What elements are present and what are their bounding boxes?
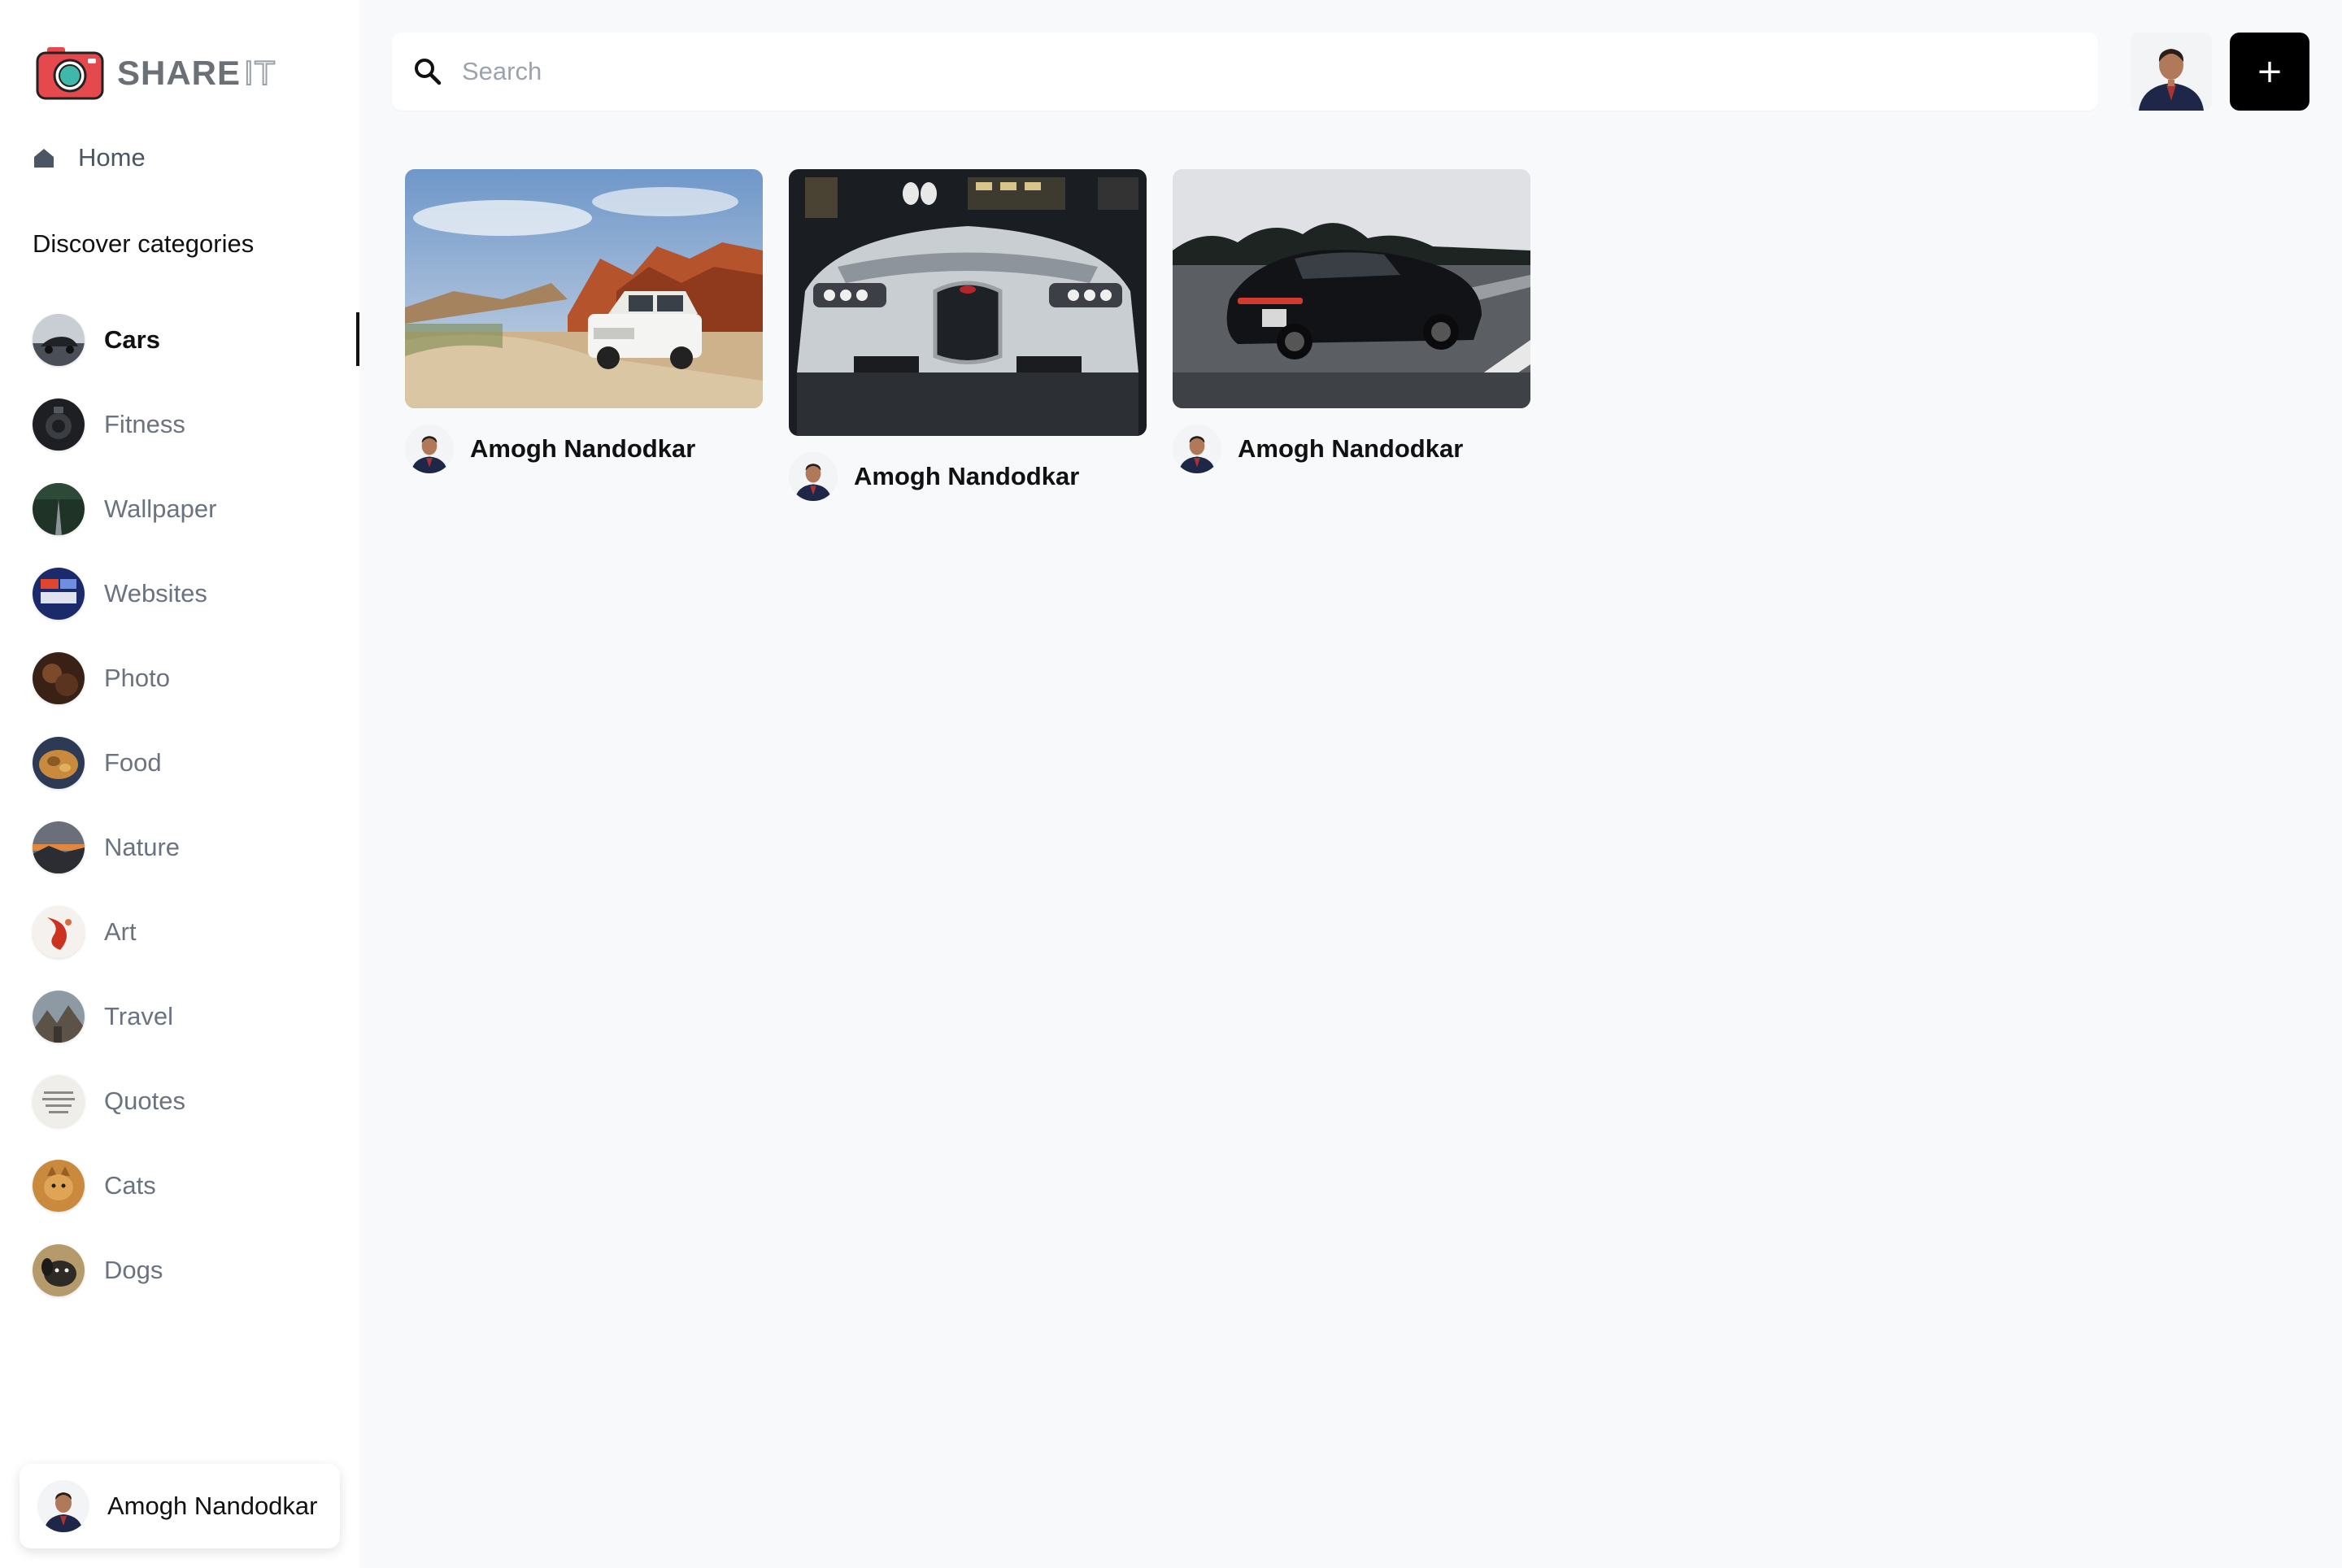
pin-image[interactable]: [789, 169, 1147, 436]
category-label: Cars: [104, 325, 160, 354]
category-label: Travel: [104, 1002, 173, 1030]
logo-text-outline: IT: [243, 53, 276, 93]
camera-logo-icon: [36, 46, 104, 101]
category-item-cars[interactable]: Cars: [33, 298, 359, 382]
pin-image[interactable]: [405, 169, 763, 408]
category-label: Websites: [104, 579, 207, 608]
category-thumbnail: [33, 399, 85, 451]
category-thumbnail: [33, 1075, 85, 1127]
category-item-wallpaper[interactable]: Wallpaper: [33, 467, 359, 551]
category-item-food[interactable]: Food: [33, 721, 359, 805]
category-label: Quotes: [104, 1087, 185, 1115]
category-label: Wallpaper: [104, 494, 217, 523]
sidebar: SHARE IT Home Discover categories Cars Fi…: [0, 0, 359, 1568]
app-logo[interactable]: SHARE IT: [36, 46, 276, 101]
category-thumbnail: [33, 821, 85, 873]
pin-author[interactable]: Amogh Nandodkar: [789, 452, 1147, 501]
category-item-websites[interactable]: Websites: [33, 551, 359, 636]
pin-author-name: Amogh Nandodkar: [1238, 434, 1464, 463]
category-thumbnail: [33, 652, 85, 704]
category-thumbnail: [33, 737, 85, 789]
category-label: Dogs: [104, 1256, 163, 1284]
avatar: [405, 425, 454, 473]
category-thumbnail: [33, 906, 85, 958]
category-item-fitness[interactable]: Fitness: [33, 382, 359, 467]
avatar: [789, 452, 838, 501]
category-label: Food: [104, 748, 162, 777]
pin-author[interactable]: Amogh Nandodkar: [1173, 425, 1530, 473]
category-thumbnail: [33, 568, 85, 620]
category-item-travel[interactable]: Travel: [33, 974, 359, 1059]
nav-home-label: Home: [78, 143, 146, 172]
pin-author[interactable]: Amogh Nandodkar: [405, 425, 763, 473]
category-item-photo[interactable]: Photo: [33, 636, 359, 721]
avatar: [1173, 425, 1221, 473]
search-input[interactable]: [460, 56, 2005, 87]
add-pin-button[interactable]: +: [2230, 33, 2309, 111]
pin-image[interactable]: [1173, 169, 1530, 408]
category-label: Nature: [104, 833, 181, 861]
sidebar-user-name: Amogh Nandodkar: [107, 1492, 318, 1520]
pin-card[interactable]: Amogh Nandodkar: [1173, 169, 1530, 473]
category-thumbnail: [33, 483, 85, 535]
category-list: Cars Fitness Wallpaper Websites Photo Fo…: [33, 298, 359, 1313]
avatar: [37, 1480, 89, 1532]
logo-text: SHARE: [117, 54, 242, 92]
category-label: Photo: [104, 664, 171, 692]
home-icon: [34, 149, 54, 168]
logo-wordmark: SHARE IT: [117, 53, 276, 93]
sidebar-user-profile[interactable]: Amogh Nandodkar: [20, 1464, 340, 1548]
search-icon: [415, 59, 442, 85]
search-bar: [392, 33, 2098, 111]
nav-home[interactable]: Home: [33, 143, 146, 172]
discover-categories-heading: Discover categories: [33, 229, 255, 258]
pin-author-name: Amogh Nandodkar: [854, 462, 1080, 490]
category-item-quotes[interactable]: Quotes: [33, 1059, 359, 1143]
pin-author-name: Amogh Nandodkar: [470, 434, 696, 463]
pin-card[interactable]: Amogh Nandodkar: [789, 169, 1147, 501]
category-label: Art: [104, 917, 137, 946]
category-item-art[interactable]: Art: [33, 890, 359, 974]
category-label: Cats: [104, 1171, 156, 1200]
category-item-dogs[interactable]: Dogs: [33, 1228, 359, 1313]
category-thumbnail: [33, 1160, 85, 1212]
category-item-nature[interactable]: Nature: [33, 805, 359, 890]
category-label: Fitness: [104, 410, 185, 438]
category-thumbnail: [33, 991, 85, 1043]
category-thumbnail: [33, 314, 85, 366]
category-item-cats[interactable]: Cats: [33, 1143, 359, 1228]
category-thumbnail: [33, 1244, 85, 1296]
profile-avatar-button[interactable]: [2131, 33, 2212, 111]
pin-card[interactable]: Amogh Nandodkar: [405, 169, 763, 473]
